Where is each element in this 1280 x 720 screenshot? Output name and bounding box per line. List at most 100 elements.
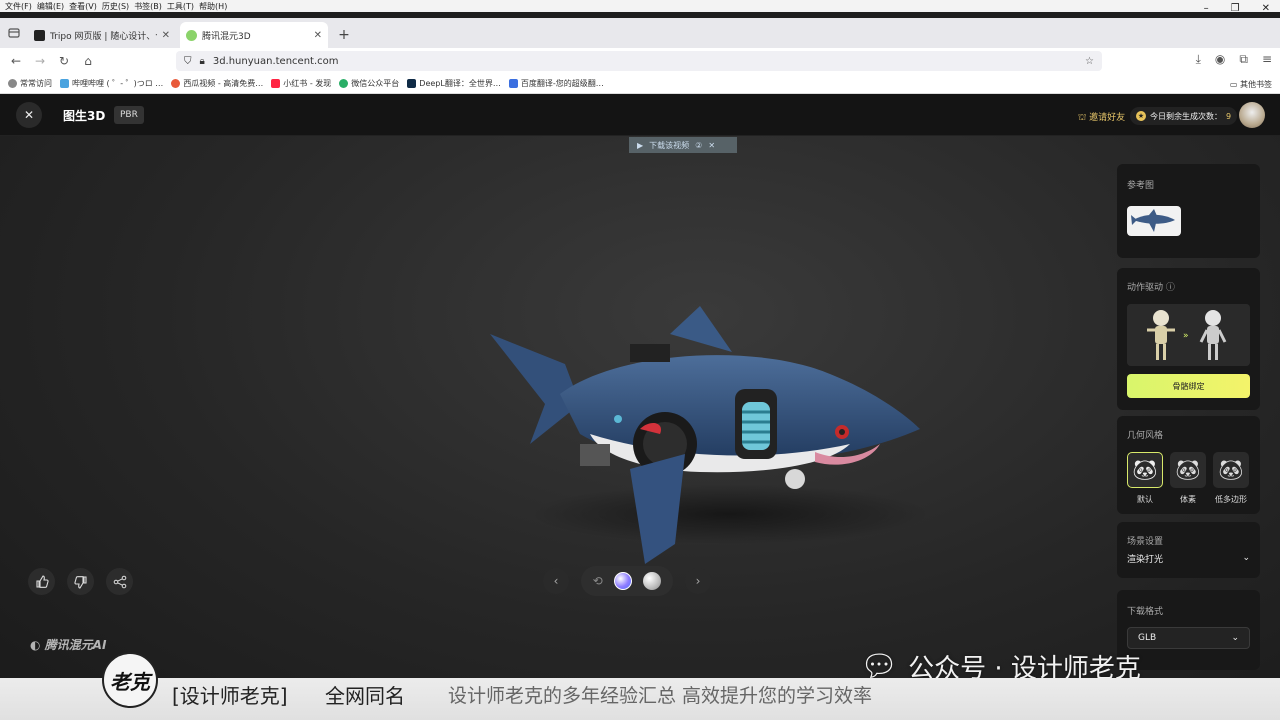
shark-3d-model[interactable] bbox=[470, 294, 930, 574]
panda-icon: 🐼︎ bbox=[1132, 458, 1158, 482]
lock-icon[interactable]: 🔒︎ bbox=[200, 56, 205, 67]
back-arrow-icon[interactable]: ← bbox=[4, 54, 28, 68]
reload-icon[interactable]: ↻ bbox=[52, 54, 76, 68]
coin-icon: ★ bbox=[1136, 111, 1146, 121]
hunyuan-logo: ◐ 腾讯混元AI bbox=[30, 638, 107, 652]
bookmark-item[interactable]: 常常访问 bbox=[8, 78, 52, 89]
url-text[interactable]: 3d.hunyuan.tencent.com bbox=[213, 56, 339, 67]
white-material-icon[interactable] bbox=[643, 572, 662, 590]
close-window-button[interactable]: ✕ bbox=[1262, 0, 1270, 18]
banner-slogan: 设计师老克的多年经验汇总 高效提升您的学习效率 bbox=[448, 685, 873, 707]
account-icon[interactable]: ◉ bbox=[1215, 52, 1225, 67]
avatar[interactable] bbox=[1239, 102, 1265, 128]
panda-voxel-icon: 🐼︎ bbox=[1175, 458, 1201, 482]
style-default-option[interactable]: 🐼︎ bbox=[1127, 452, 1163, 488]
app-viewport: ✕ 图生3D PBR ⛫ 邀请好友 ★ 今日剩余生成次数： 9 ▶ 下载该视频 … bbox=[0, 94, 1280, 720]
panel-title: 几何风格 bbox=[1127, 431, 1164, 441]
toolbar-right: ⤓ ◉ ⧉ ≡ bbox=[1196, 52, 1272, 67]
reference-image[interactable] bbox=[1127, 206, 1181, 236]
panel-title: 场景设置 bbox=[1127, 537, 1164, 547]
bookmark-item[interactable]: DeepL翻译：全世界… bbox=[407, 78, 501, 89]
svg-text:»: » bbox=[1183, 331, 1189, 341]
play-icon: ▶ bbox=[637, 140, 644, 150]
menu-view[interactable]: 查看(V) bbox=[69, 1, 97, 12]
bilibili-icon bbox=[60, 79, 69, 88]
download-video-bar[interactable]: ▶ 下载该视频 ② ✕ bbox=[629, 137, 737, 153]
view-controls: ‹ ⟲ › bbox=[543, 566, 711, 596]
page-title: 图生3D bbox=[63, 109, 106, 123]
style-label: 低多边形 bbox=[1215, 495, 1247, 504]
menu-bar: 文件(F) 编辑(E) 查看(V) 历史(S) 书签(B) 工具(T) 帮助(H… bbox=[0, 0, 1280, 12]
minimize-button[interactable]: – bbox=[1204, 0, 1209, 18]
new-tab-button[interactable]: + bbox=[332, 22, 356, 48]
panel-title: 参考图 bbox=[1127, 181, 1155, 191]
window-controls: – ❐ ✕ bbox=[1204, 0, 1270, 18]
tab-list-icon[interactable] bbox=[0, 18, 28, 48]
close-icon[interactable]: ✕ bbox=[16, 102, 42, 128]
geometry-style-panel: 几何风格 🐼︎ 🐼︎ 🐼︎ 默认 体素 低多边形 bbox=[1117, 416, 1260, 514]
forward-arrow-icon[interactable]: → bbox=[28, 54, 52, 68]
animation-panel: 动作驱动 ⓘ » 骨骼绑定 bbox=[1117, 268, 1260, 410]
bookmark-item[interactable]: 哔哩哔哩 ( ゜- ゜)つロ … bbox=[60, 78, 163, 89]
info-icon[interactable]: ⓘ bbox=[1166, 283, 1175, 293]
menu-help[interactable]: 帮助(H) bbox=[199, 1, 227, 12]
panel-title: 下载格式 bbox=[1127, 607, 1164, 617]
menu-history[interactable]: 历史(S) bbox=[102, 1, 129, 12]
credits-badge: ★ 今日剩余生成次数： 9 bbox=[1130, 107, 1238, 125]
download-icon[interactable]: ⤓ bbox=[1196, 52, 1201, 67]
folder-icon: ▭ bbox=[1229, 80, 1240, 89]
tab-hunyuan[interactable]: 腾讯混元3D ✕ bbox=[180, 22, 328, 48]
share-icon[interactable] bbox=[106, 568, 133, 595]
app-header: ✕ 图生3D PBR ⛫ 邀请好友 ★ 今日剩余生成次数： 9 bbox=[0, 94, 1280, 136]
home-icon[interactable]: ⌂ bbox=[76, 54, 100, 68]
banner-logo: 老克 bbox=[102, 652, 158, 708]
menu-edit[interactable]: 编辑(E) bbox=[37, 1, 64, 12]
prev-arrow-icon[interactable]: ‹ bbox=[543, 568, 569, 594]
pbr-material-icon[interactable] bbox=[614, 572, 633, 590]
bookmark-item[interactable]: 百度翻译-您的超级翻… bbox=[508, 78, 604, 89]
shield-icon[interactable]: ⛉ bbox=[184, 56, 192, 67]
baidu-translate-icon bbox=[508, 79, 518, 88]
bookmarks-bar: 常常访问 哔哩哔哩 ( ゜- ゜)つロ … 西瓜视频 - 高清免费… 小红书 -… bbox=[0, 74, 1280, 94]
style-lowpoly-option[interactable]: 🐼︎ bbox=[1213, 452, 1249, 488]
other-bookmarks[interactable]: ▭ 其他书签 bbox=[1230, 79, 1272, 90]
scene-lighting-select[interactable]: 渲染打光 ⌄ bbox=[1127, 548, 1250, 568]
thumbs-down-icon[interactable] bbox=[67, 568, 94, 595]
invite-friends-link[interactable]: ⛫ 邀请好友 bbox=[1078, 110, 1125, 124]
gift-icon: ⛫ bbox=[1078, 113, 1090, 123]
style-voxel-option[interactable]: 🐼︎ bbox=[1170, 452, 1206, 488]
close-tab-icon[interactable]: ✕ bbox=[314, 30, 322, 41]
wireframe-icon[interactable]: ⟲ bbox=[593, 574, 603, 588]
thumbs-up-icon[interactable] bbox=[28, 568, 55, 595]
bookmark-star-icon[interactable]: ☆ bbox=[1085, 56, 1094, 67]
hunyuan-favicon-icon bbox=[186, 29, 197, 41]
menu-icon[interactable]: ≡ bbox=[1262, 52, 1272, 67]
xigua-icon bbox=[171, 79, 181, 88]
close-icon[interactable]: ✕ bbox=[708, 141, 715, 150]
menu-bookmarks[interactable]: 书签(B) bbox=[134, 1, 162, 12]
bookmark-item[interactable]: 西瓜视频 - 高清免费… bbox=[171, 78, 263, 89]
reference-panel: 参考图 bbox=[1117, 164, 1260, 258]
deepl-icon bbox=[407, 79, 417, 88]
bookmark-item[interactable]: 微信公众平台 bbox=[339, 78, 399, 89]
material-switcher: ⟲ bbox=[581, 566, 673, 596]
banner-same-name: 全网同名 bbox=[325, 684, 405, 708]
restore-button[interactable]: ❐ bbox=[1231, 0, 1240, 18]
close-tab-icon[interactable]: ✕ bbox=[162, 30, 170, 41]
panel-title: 动作驱动 ⓘ bbox=[1127, 283, 1175, 293]
chevron-down-icon: ⌄ bbox=[1231, 633, 1239, 643]
tab-title: 腾讯混元3D bbox=[202, 31, 251, 42]
pbr-badge: PBR bbox=[114, 106, 144, 124]
tab-tripo[interactable]: Tripo 网页版 | 随心设计、个性… ✕ bbox=[28, 22, 176, 48]
menu-file[interactable]: 文件(F) bbox=[5, 1, 32, 12]
extensions-icon[interactable]: ⧉ bbox=[1239, 52, 1248, 67]
format-select[interactable]: GLB ⌄ bbox=[1127, 627, 1250, 649]
wechat-icon bbox=[339, 79, 349, 88]
bookmark-item[interactable]: 小红书 - 发现 bbox=[271, 78, 331, 89]
rig-binding-button[interactable]: 骨骼绑定 bbox=[1127, 374, 1250, 398]
address-bar[interactable]: ⛉ 🔒︎ 3d.hunyuan.tencent.com ☆ bbox=[176, 51, 1102, 71]
next-arrow-icon[interactable]: › bbox=[685, 568, 711, 594]
menu-tools[interactable]: 工具(T) bbox=[167, 1, 194, 12]
style-label: 体素 bbox=[1180, 495, 1196, 504]
xiaohongshu-icon bbox=[271, 79, 281, 88]
